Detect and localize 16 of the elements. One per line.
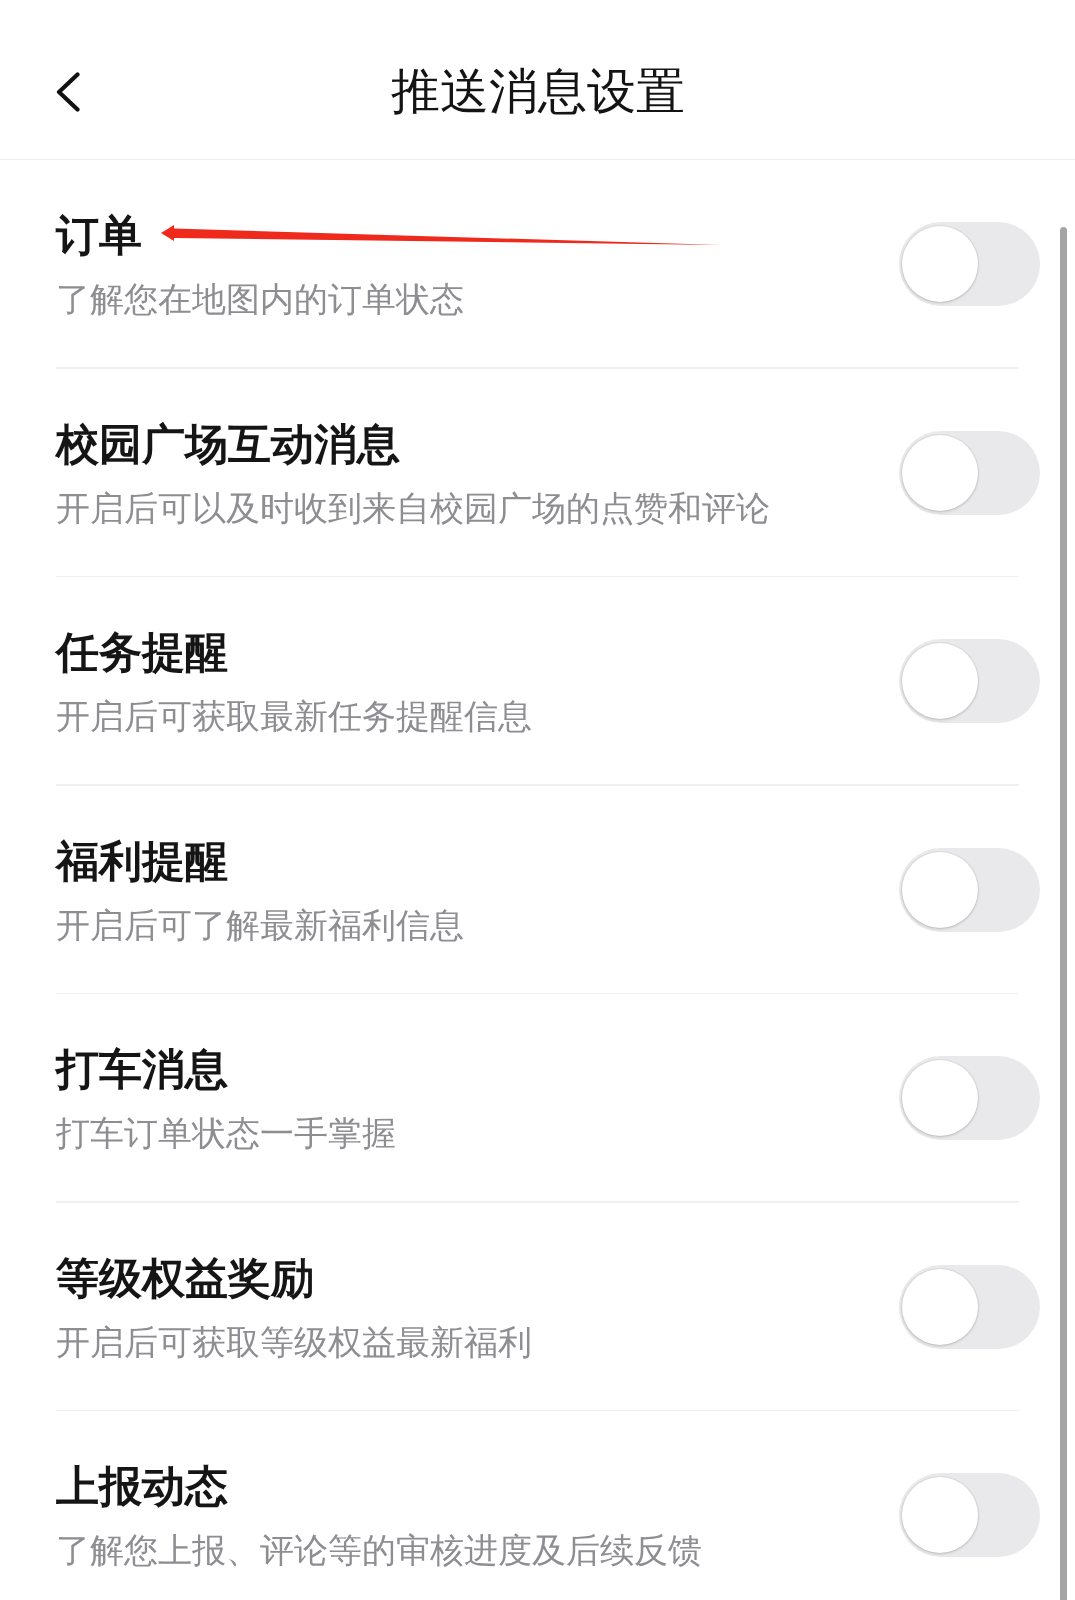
setting-description: 开启后可了解最新福利信息 [56,905,464,946]
setting-description: 开启后可以及时收到来自校园广场的点赞和评论 [56,488,770,529]
back-icon[interactable] [56,71,80,112]
page-title: 推送消息设置 [390,61,685,122]
setting-title: 等级权益奖励 [56,1252,314,1303]
setting-description: 开启后可获取最新任务提醒信息 [56,697,532,737]
setting-description: 了解您上报、评论等的审核进度及后续反馈 [56,1531,702,1571]
setting-title: 打车消息 [56,1044,228,1094]
setting-title: 任务提醒 [56,627,228,677]
setting-title: 上报动态 [56,1461,228,1511]
setting-title: 订单 [56,210,142,260]
setting-description: 了解您在地图内的订单状态 [56,280,464,320]
setting-description: 开启后可获取等级权益最新福利 [56,1322,532,1363]
setting-description: 打车订单状态一手掌握 [56,1114,396,1154]
setting-title: 校园广场互动消息 [56,418,400,469]
setting-title: 福利提醒 [56,835,228,886]
